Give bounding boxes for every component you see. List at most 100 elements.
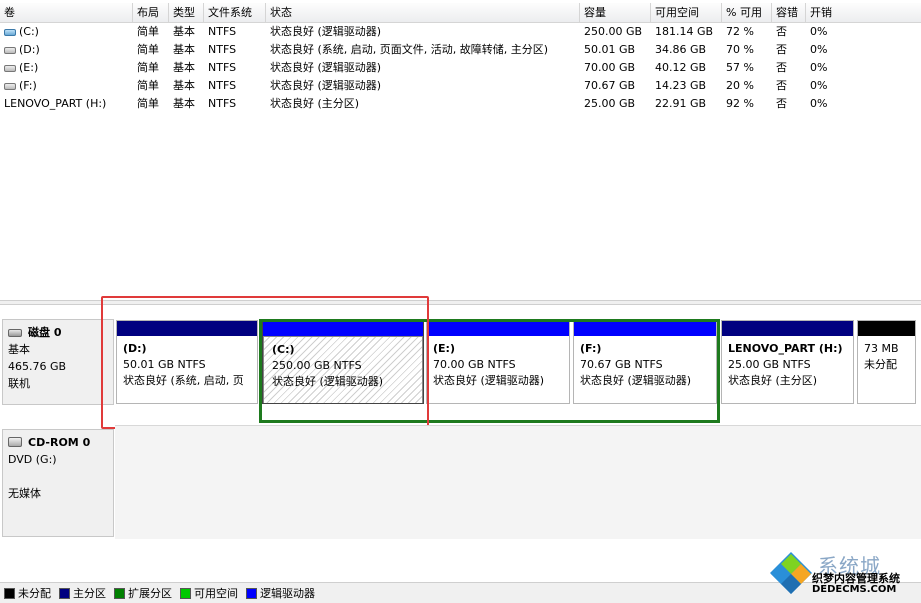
partition-status: 状态良好 (逻辑驱动器) — [433, 374, 545, 387]
partition-c[interactable]: (C:) 250.00 GB NTFS 状态良好 (逻辑驱动器) — [262, 320, 424, 404]
volume-name-text: (D:) — [19, 43, 40, 56]
cell-overhead: 0% — [810, 97, 828, 110]
drive-icon — [4, 65, 16, 72]
cell-percent-free: 57 % — [726, 61, 754, 74]
hard-disk-icon — [8, 329, 22, 337]
column-header-filesystem[interactable]: 文件系统 — [204, 3, 266, 23]
legend-item: 扩展分区 — [114, 585, 172, 601]
partition-e[interactable]: (E:) 70.00 GB NTFS 状态良好 (逻辑驱动器) — [426, 320, 570, 404]
partition-size: 73 MB — [864, 342, 899, 355]
partition-bar-logical — [263, 321, 423, 336]
volume-row[interactable]: LENOVO_PART (H:) 简单 基本 NTFS 状态良好 (主分区) 25.00 … — [0, 95, 921, 113]
cell-percent-free: 72 % — [726, 25, 754, 38]
cdrom-media: 无媒体 — [8, 487, 41, 500]
volume-row[interactable]: (D:) 简单 基本 NTFS 状态良好 (系统, 启动, 页面文件, 活动, 故障转储… — [0, 41, 921, 59]
column-header-volume[interactable]: 卷 — [0, 3, 133, 23]
column-header-overhead[interactable]: 开销 — [806, 3, 921, 23]
cell-layout: 简单 — [137, 61, 159, 74]
cell-volume-name: (F:) — [0, 77, 133, 95]
partition-f[interactable]: (F:) 70.67 GB NTFS 状态良好 (逻辑驱动器) — [573, 320, 717, 404]
cell-capacity: 70.00 GB — [584, 61, 636, 74]
partition-title: (F:) — [580, 342, 602, 355]
cell-filesystem: NTFS — [208, 61, 237, 74]
partition-status: 状态良好 (系统, 启动, 页 — [123, 374, 244, 387]
column-header-free-space[interactable]: 可用空间 — [651, 3, 722, 23]
legend-item: 可用空间 — [180, 585, 238, 601]
disk-name: 磁盘 0 — [28, 326, 62, 339]
partition-size: 50.01 GB NTFS — [123, 358, 206, 371]
cell-filesystem: NTFS — [208, 25, 237, 38]
column-header-percent-free[interactable]: % 可用 — [722, 3, 772, 23]
disk-graphical-view: 磁盘 0 基本 465.76 GB 联机 (D:) 50.01 GB NTFS … — [0, 296, 921, 580]
partition-bar-logical — [574, 321, 716, 336]
legend-swatch — [114, 587, 125, 599]
cdrom-drive: DVD (G:) — [8, 453, 57, 466]
volume-name-text: (F:) — [19, 79, 37, 92]
partition-lenovo-part[interactable]: LENOVO_PART (H:) 25.00 GB NTFS 状态良好 (主分区… — [721, 320, 854, 404]
cell-overhead: 0% — [810, 61, 828, 74]
cell-type: 基本 — [173, 25, 195, 38]
partition-bar-logical — [427, 321, 569, 336]
cell-layout: 简单 — [137, 43, 159, 56]
volume-row[interactable]: (E:) 简单 基本 NTFS 状态良好 (逻辑驱动器) 70.00 GB 40.12 GB… — [0, 59, 921, 77]
partition-unallocated[interactable]: 73 MB 未分配 — [857, 320, 916, 404]
cell-overhead: 0% — [810, 79, 828, 92]
cell-overhead: 0% — [810, 43, 828, 56]
cell-status: 状态良好 (系统, 启动, 页面文件, 活动, 故障转储, 主分区) — [270, 43, 549, 56]
disk-size: 465.76 GB — [8, 360, 67, 373]
cell-capacity: 25.00 GB — [584, 97, 636, 110]
volume-list: 卷 布局 类型 文件系统 状态 容量 可用空间 % 可用 容错 开销 (C:) 简… — [0, 0, 921, 300]
disk-type: 基本 — [8, 343, 30, 356]
cdrom-name: CD-ROM 0 — [28, 436, 91, 449]
watermark-line3: DEDECMS.COM — [812, 584, 897, 595]
partition-size: 70.67 GB NTFS — [580, 358, 663, 371]
partition-bar-unallocated — [858, 321, 915, 336]
cell-percent-free: 70 % — [726, 43, 754, 56]
cell-fault-tolerance: 否 — [776, 97, 787, 110]
legend-item: 主分区 — [59, 585, 106, 601]
cell-fault-tolerance: 否 — [776, 61, 787, 74]
cell-volume-name: (D:) — [0, 41, 133, 59]
cell-filesystem: NTFS — [208, 79, 237, 92]
volume-row[interactable]: (F:) 简单 基本 NTFS 状态良好 (逻辑驱动器) 70.67 GB 14.23 GB… — [0, 77, 921, 95]
partition-status: 状态良好 (主分区) — [728, 374, 818, 387]
partition-title: (E:) — [433, 342, 455, 355]
volume-list-header: 卷 布局 类型 文件系统 状态 容量 可用空间 % 可用 容错 开销 — [0, 3, 921, 23]
disk-state: 联机 — [8, 377, 30, 390]
cell-filesystem: NTFS — [208, 97, 237, 110]
legend-label: 逻辑驱动器 — [260, 587, 315, 600]
cell-free-space: 40.12 GB — [655, 61, 707, 74]
cdrom-0-label[interactable]: CD-ROM 0 DVD (G:) 无媒体 — [2, 429, 114, 537]
legend-item: 逻辑驱动器 — [246, 585, 315, 601]
system-drive-icon — [4, 29, 16, 36]
cell-status: 状态良好 (逻辑驱动器) — [270, 25, 382, 38]
cell-free-space: 14.23 GB — [655, 79, 707, 92]
partition-d[interactable]: (D:) 50.01 GB NTFS 状态良好 (系统, 启动, 页 — [116, 320, 258, 404]
volume-name-text: LENOVO_PART (H:) — [4, 97, 107, 110]
column-header-status[interactable]: 状态 — [266, 3, 580, 23]
disk-0-label[interactable]: 磁盘 0 基本 465.76 GB 联机 — [2, 319, 114, 405]
cell-layout: 简单 — [137, 25, 159, 38]
legend-label: 未分配 — [18, 587, 51, 600]
volume-row[interactable]: (C:) 简单 基本 NTFS 状态良好 (逻辑驱动器) 250.00 GB 181.14 … — [0, 23, 921, 41]
cell-type: 基本 — [173, 61, 195, 74]
cell-overhead: 0% — [810, 25, 828, 38]
cell-percent-free: 92 % — [726, 97, 754, 110]
cell-type: 基本 — [173, 97, 195, 110]
cell-percent-free: 20 % — [726, 79, 754, 92]
column-header-type[interactable]: 类型 — [169, 3, 204, 23]
cell-capacity: 70.67 GB — [584, 79, 636, 92]
cell-layout: 简单 — [137, 97, 159, 110]
column-header-layout[interactable]: 布局 — [133, 3, 169, 23]
partition-size: 25.00 GB NTFS — [728, 358, 811, 371]
column-header-fault-tolerance[interactable]: 容错 — [772, 3, 806, 23]
partition-title: (C:) — [272, 343, 295, 356]
cell-free-space: 34.86 GB — [655, 43, 707, 56]
volume-name-text: (E:) — [19, 61, 39, 74]
partition-bar-primary — [722, 321, 853, 336]
partition-size: 70.00 GB NTFS — [433, 358, 516, 371]
cell-fault-tolerance: 否 — [776, 43, 787, 56]
cell-type: 基本 — [173, 43, 195, 56]
cell-volume-name: (C:) — [0, 23, 133, 41]
column-header-capacity[interactable]: 容量 — [580, 3, 651, 23]
